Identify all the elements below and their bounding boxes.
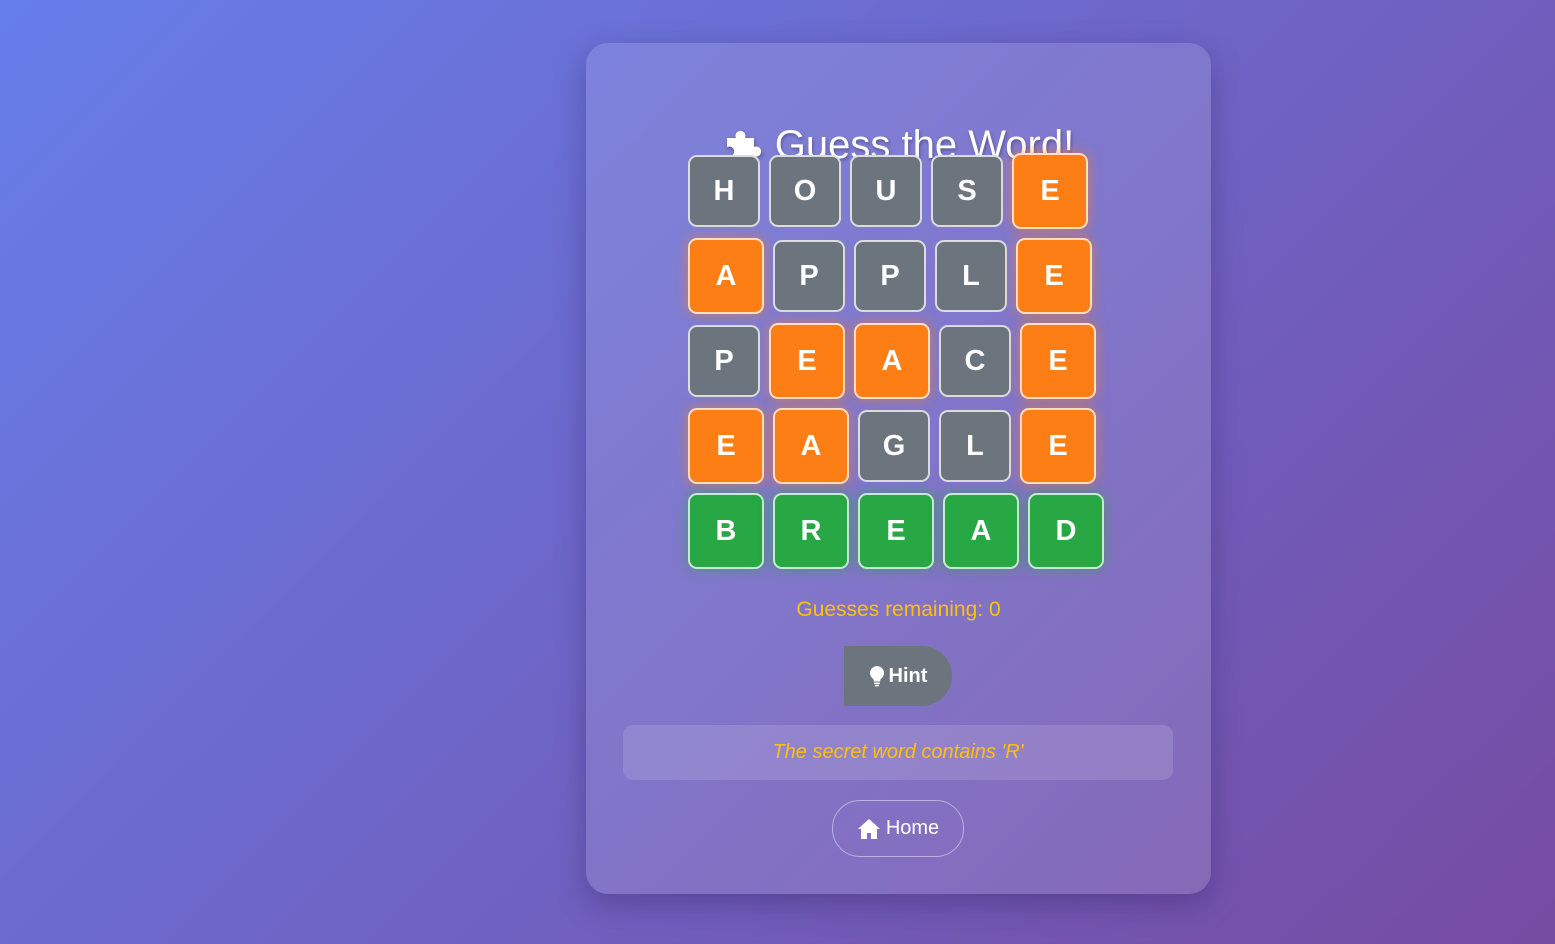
home-button-label: Home xyxy=(885,817,940,839)
board-row: A P P L E xyxy=(688,238,1108,314)
home-icon xyxy=(857,818,880,839)
home-button[interactable]: Home xyxy=(832,800,964,857)
letter-tile: L xyxy=(939,410,1011,482)
board-row: E A G L E xyxy=(688,408,1108,484)
letter-tile: E xyxy=(1020,408,1096,484)
letter-tile: P xyxy=(854,240,926,312)
letter-tile: D xyxy=(1028,493,1104,569)
hint-message-text: The secret word contains 'R' xyxy=(772,741,1024,763)
letter-tile: E xyxy=(769,323,845,399)
letter-tile: E xyxy=(688,408,764,484)
letter-tile: B xyxy=(688,493,764,569)
letter-tile: C xyxy=(939,325,1011,397)
board-row: H O U S E xyxy=(688,153,1108,229)
letter-tile: E xyxy=(1016,238,1092,314)
board-row: P E A C E xyxy=(688,323,1108,399)
hint-message: The secret word contains 'R' xyxy=(623,725,1173,780)
letter-tile: E xyxy=(858,493,934,569)
guess-board: H O U S E A P P L E P E A C E E A G L E xyxy=(688,153,1108,578)
letter-tile: A xyxy=(854,323,930,399)
letter-tile: R xyxy=(773,493,849,569)
letter-tile: G xyxy=(858,410,930,482)
lightbulb-icon xyxy=(869,666,884,687)
letter-tile: E xyxy=(1012,153,1088,229)
letter-tile: O xyxy=(769,155,841,227)
letter-tile: L xyxy=(935,240,1007,312)
game-card: Guess the Word! H O U S E A P P L E P E … xyxy=(586,43,1211,894)
hint-button-label: Hint xyxy=(888,664,928,687)
letter-tile: E xyxy=(1020,323,1096,399)
letter-tile: P xyxy=(773,240,845,312)
letter-tile: P xyxy=(688,325,760,397)
letter-tile: U xyxy=(850,155,922,227)
guesses-remaining: Guesses remaining: 0 xyxy=(796,598,1001,621)
letter-tile: H xyxy=(688,155,760,227)
hint-button[interactable]: Hint xyxy=(844,646,952,706)
board-row: B R E A D xyxy=(688,493,1108,569)
letter-tile: S xyxy=(931,155,1003,227)
letter-tile: A xyxy=(773,408,849,484)
letter-tile: A xyxy=(943,493,1019,569)
letter-tile: A xyxy=(688,238,764,314)
